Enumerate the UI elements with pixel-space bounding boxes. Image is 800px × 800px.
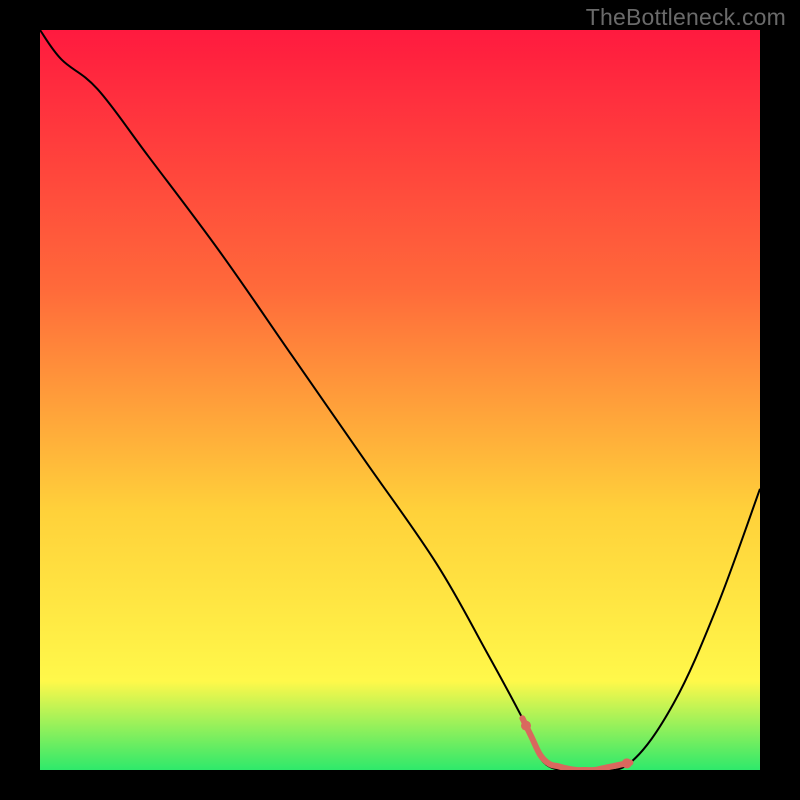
chart-svg bbox=[40, 30, 760, 770]
gradient-background bbox=[40, 30, 760, 770]
watermark-label: TheBottleneck.com bbox=[586, 4, 786, 31]
accent-dot-right bbox=[622, 758, 632, 768]
chart-frame: TheBottleneck.com bbox=[0, 0, 800, 800]
plot-area bbox=[40, 30, 760, 770]
accent-dot-left bbox=[521, 721, 531, 731]
